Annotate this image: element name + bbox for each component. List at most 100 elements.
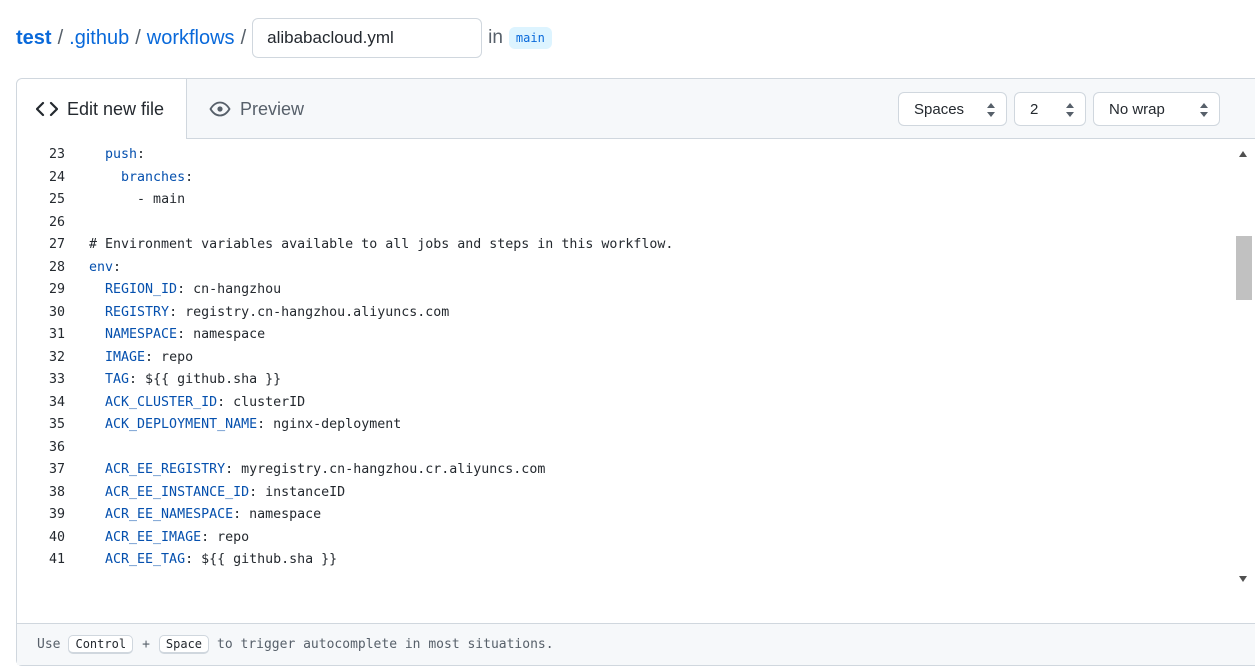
yaml-key: NAMESPACE (105, 327, 178, 342)
line-number: 36 (48, 439, 65, 455)
editor-scrollbar[interactable] (1234, 144, 1252, 589)
code-text: ACR_EE_IMAGE: repo (89, 527, 249, 550)
code-text: NAMESPACE: namespace (89, 324, 265, 347)
code-text: ACR_EE_NAMESPACE: namespace (89, 504, 321, 527)
code-line: 25 - main (17, 189, 1235, 212)
indent-size-select[interactable]: 2 (1014, 92, 1086, 126)
line-number: 27 (48, 237, 65, 252)
indent-mode-select[interactable]: Spaces (898, 92, 1007, 126)
yaml-value: : repo (145, 349, 194, 365)
code-editor[interactable]: 23 push: 24 branches: 25 - main 26 27 # Envir… (17, 144, 1235, 589)
yaml-key: push (105, 147, 138, 162)
line-number: 39 (48, 507, 65, 522)
yaml-value: : registry.cn-hangzhou.aliyuncs.com (169, 304, 450, 320)
yaml-key: ACK_DEPLOYMENT_NAME (105, 417, 258, 432)
hint-tail-text: to trigger autocomplete in most situatio… (217, 637, 554, 652)
breadcrumb-workflows-folder-link[interactable]: workflows (147, 27, 235, 50)
tab-edit-label: Edit new file (67, 98, 165, 119)
scroll-up-arrow-icon[interactable] (1234, 146, 1252, 162)
breadcrumb-separator: / (57, 26, 64, 49)
yaml-value: : namespace (233, 507, 322, 522)
kbd-control: Control (68, 635, 134, 654)
kbd-space: Space (158, 635, 210, 654)
yaml-value: # Environment variables available to all… (89, 237, 674, 252)
yaml-key: IMAGE (105, 349, 146, 365)
code-line: 27 # Environment variables available to a… (17, 234, 1235, 257)
yaml-value: : ${{ github.sha }} (185, 552, 338, 567)
breadcrumb-separator: / (240, 26, 247, 49)
line-number: 35 (48, 417, 65, 432)
line-number: 30 (48, 304, 65, 320)
yaml-value: - main (137, 192, 186, 207)
code-line: 24 branches: (17, 167, 1235, 190)
yaml-value: : namespace (177, 327, 266, 342)
code-text: REGISTRY: registry.cn-hangzhou.aliyuncs.… (89, 302, 449, 325)
code-text: branches: (89, 167, 193, 190)
code-line: 37 ACR_EE_REGISTRY: myregistry.cn-hangzh… (17, 459, 1235, 482)
line-number: 37 (48, 462, 65, 477)
select-arrows-icon (986, 102, 996, 122)
code-line: 39 ACR_EE_NAMESPACE: namespace (17, 504, 1235, 527)
select-arrows-icon (1065, 102, 1075, 122)
breadcrumb-repo-link[interactable]: test (16, 27, 52, 50)
yaml-value: : (137, 147, 146, 162)
code-line: 38 ACR_EE_INSTANCE_ID: instanceID (17, 482, 1235, 505)
filename-input[interactable] (252, 18, 483, 58)
indent-size-value: 2 (1030, 100, 1039, 118)
yaml-key: ACR_EE_REGISTRY (105, 462, 226, 477)
scroll-down-arrow-icon[interactable] (1234, 571, 1252, 587)
yaml-key: TAG (105, 372, 130, 387)
code-text: ACR_EE_INSTANCE_ID: instanceID (89, 482, 345, 505)
code-text: ACR_EE_REGISTRY: myregistry.cn-hangzhou.… (89, 459, 545, 482)
line-number: 33 (48, 372, 65, 387)
code-line: 31 NAMESPACE: namespace (17, 324, 1235, 347)
yaml-key: env (89, 259, 114, 275)
scrollbar-thumb[interactable] (1236, 236, 1252, 300)
breadcrumb-github-folder-link[interactable]: .github (69, 27, 129, 50)
code-line: 33 TAG: ${{ github.sha }} (17, 369, 1235, 392)
in-branch-label: in (488, 27, 503, 48)
yaml-value: : cn-hangzhou (177, 282, 282, 297)
code-line: 26 (17, 212, 1235, 235)
code-line: 36 (17, 437, 1235, 460)
code-line: 29 REGION_ID: cn-hangzhou (17, 279, 1235, 302)
autocomplete-hint: Use Control + Space to trigger autocompl… (17, 623, 1255, 665)
yaml-value: : repo (201, 529, 250, 545)
code-text: env: (89, 257, 121, 280)
yaml-key: ACR_EE_INSTANCE_ID (105, 484, 250, 500)
code-line: 40 ACR_EE_IMAGE: repo (17, 527, 1235, 550)
code-line: 32 IMAGE: repo (17, 347, 1235, 370)
code-icon (36, 101, 58, 117)
line-number: 31 (48, 327, 65, 342)
code-line: 41 ACR_EE_TAG: ${{ github.sha }} (17, 549, 1235, 572)
yaml-key: branches (121, 169, 186, 185)
code-text: - main (89, 189, 185, 212)
yaml-value: : instanceID (249, 484, 346, 500)
line-wrap-select[interactable]: No wrap (1093, 92, 1220, 126)
yaml-key: ACR_EE_IMAGE (105, 529, 202, 545)
tab-edit-new-file[interactable]: Edit new file (17, 79, 187, 139)
tab-preview[interactable]: Preview (209, 79, 304, 139)
yaml-value: : nginx-deployment (257, 417, 402, 432)
yaml-value: : ${{ github.sha }} (129, 372, 282, 387)
code-text: IMAGE: repo (89, 347, 193, 370)
breadcrumb-separator: / (135, 26, 141, 49)
line-number: 28 (48, 259, 65, 275)
hint-plus: + (142, 637, 150, 652)
line-wrap-value: No wrap (1109, 100, 1165, 118)
yaml-value: : clusterID (217, 394, 306, 410)
yaml-value: : (113, 259, 122, 275)
code-line: 35 ACK_DEPLOYMENT_NAME: nginx-deployment (17, 414, 1235, 437)
line-number: 40 (48, 529, 65, 545)
code-text: ACK_DEPLOYMENT_NAME: nginx-deployment (89, 414, 401, 437)
code-text: TAG: ${{ github.sha }} (89, 369, 281, 392)
